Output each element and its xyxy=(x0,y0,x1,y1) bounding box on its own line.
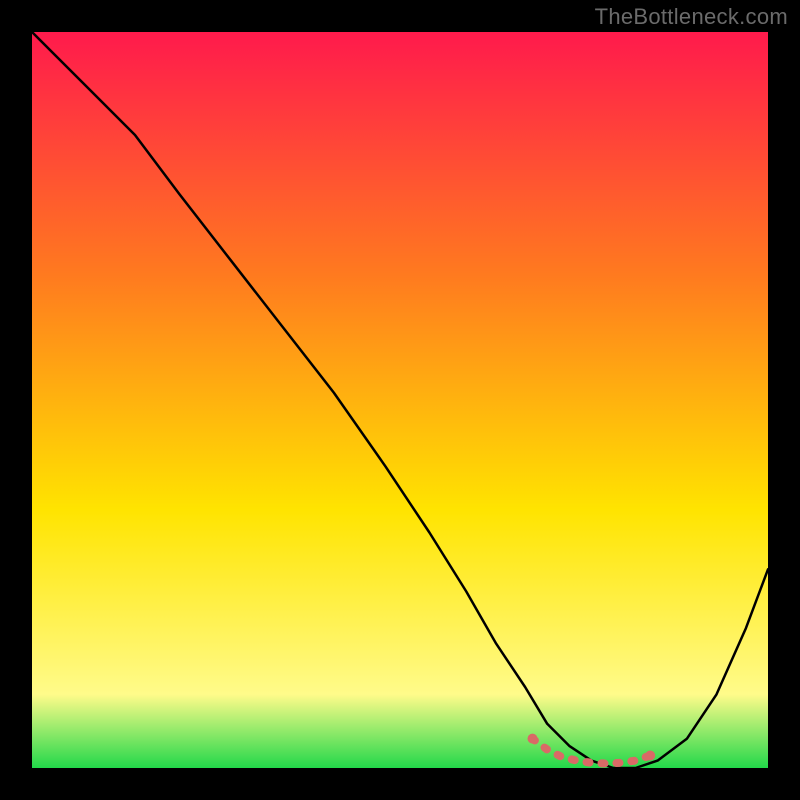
bottleneck-chart xyxy=(0,0,800,800)
chart-stage: TheBottleneck.com xyxy=(0,0,800,800)
heat-gradient-background xyxy=(32,32,768,768)
watermark: TheBottleneck.com xyxy=(595,4,788,30)
